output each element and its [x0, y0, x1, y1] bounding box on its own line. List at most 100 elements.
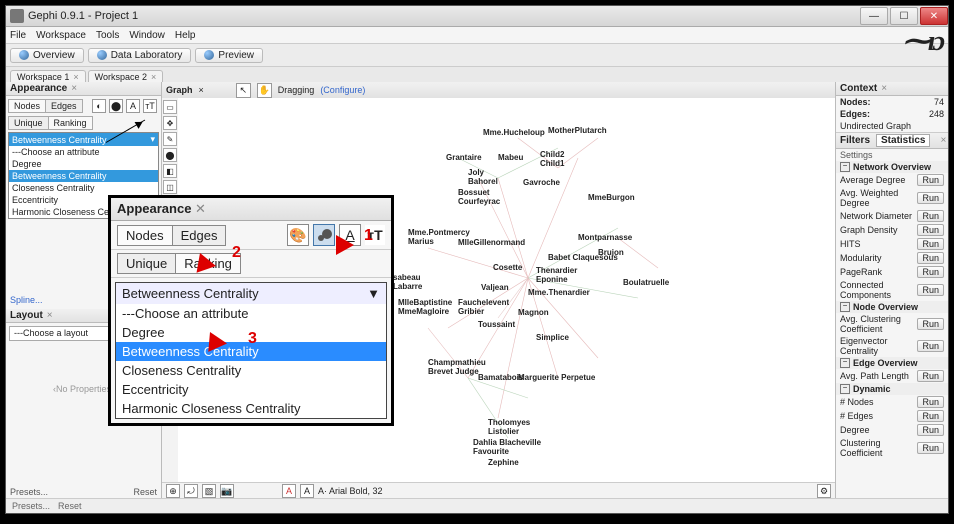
- close-icon[interactable]: ×: [940, 135, 946, 146]
- tool-eraser-icon[interactable]: ◫: [163, 180, 177, 194]
- font-label[interactable]: A· Arial Bold, 32: [318, 486, 383, 496]
- reset-zoom-icon[interactable]: ⤾: [184, 484, 198, 498]
- run-button[interactable]: Run: [917, 424, 944, 436]
- stat-row: PageRankRun: [836, 265, 948, 279]
- label-a-icon[interactable]: A: [282, 484, 296, 498]
- close-icon[interactable]: ×: [199, 85, 204, 95]
- bg-color-icon[interactable]: ▧: [202, 484, 216, 498]
- run-button[interactable]: Run: [917, 340, 944, 352]
- tab-filters[interactable]: Filters: [840, 135, 870, 146]
- run-button[interactable]: Run: [917, 442, 944, 454]
- run-button[interactable]: Run: [917, 370, 944, 382]
- run-button[interactable]: Run: [917, 224, 944, 236]
- presets-link[interactable]: Presets...: [10, 487, 48, 497]
- hand-icon[interactable]: ✋: [257, 83, 272, 98]
- size-icon[interactable]: ⬤: [109, 99, 123, 113]
- tool-brush-icon[interactable]: ✎: [163, 132, 177, 146]
- tab-edges[interactable]: Edges: [45, 99, 83, 113]
- label-a2-icon[interactable]: A: [300, 484, 314, 498]
- globe-icon: [97, 50, 107, 60]
- run-button[interactable]: Run: [917, 252, 944, 264]
- subtab-ranking[interactable]: Ranking: [48, 116, 93, 130]
- stat-row: ModularityRun: [836, 251, 948, 265]
- cat-network-overview: −Network Overview: [836, 161, 948, 173]
- mode-datalab[interactable]: Data Laboratory: [88, 48, 192, 63]
- minimize-button[interactable]: —: [860, 7, 888, 25]
- mode-overview[interactable]: Overview: [10, 48, 84, 63]
- annotation-2: 2: [232, 244, 241, 262]
- overlay-title: Appearance: [117, 201, 191, 216]
- run-button[interactable]: Run: [917, 318, 944, 330]
- run-button[interactable]: Run: [917, 266, 944, 278]
- menu-window[interactable]: Window: [129, 30, 165, 41]
- maximize-button[interactable]: ☐: [890, 7, 918, 25]
- close-button[interactable]: ✕: [920, 7, 948, 25]
- tool-size-icon[interactable]: ⬤: [163, 148, 177, 162]
- status-bar: Presets... Reset: [6, 498, 948, 513]
- stat-row: # NodesRun: [836, 395, 948, 409]
- run-button[interactable]: Run: [917, 174, 944, 186]
- tab-statistics[interactable]: Statistics: [876, 134, 930, 147]
- palette-icon[interactable]: 🎨: [287, 224, 309, 246]
- run-button[interactable]: Run: [917, 284, 944, 296]
- annotation-1: 1: [364, 227, 373, 245]
- run-button[interactable]: Run: [917, 210, 944, 222]
- tool-move-icon[interactable]: ✥: [163, 116, 177, 130]
- menu-file[interactable]: File: [10, 30, 26, 41]
- presets-status[interactable]: Presets...: [12, 501, 50, 511]
- menu-workspace[interactable]: Workspace: [36, 30, 86, 41]
- mode-preview[interactable]: Preview: [195, 48, 263, 63]
- close-icon[interactable]: ×: [881, 83, 887, 94]
- close-icon[interactable]: ×: [73, 72, 78, 82]
- close-icon[interactable]: ✕: [195, 201, 206, 216]
- settings-icon[interactable]: ⚙: [817, 484, 831, 498]
- close-icon[interactable]: ×: [151, 72, 156, 82]
- overlay-tab-nodes[interactable]: Nodes: [117, 225, 173, 246]
- window-title: Gephi 0.9.1 - Project 1: [28, 10, 858, 22]
- tool-color-icon[interactable]: ◧: [163, 164, 177, 178]
- size-icon[interactable]: [313, 224, 335, 246]
- stat-row: Avg. Path LengthRun: [836, 369, 948, 383]
- menubar: File Workspace Tools Window Help: [6, 27, 948, 44]
- stat-row: Avg. Weighted DegreeRun: [836, 187, 948, 209]
- menu-tools[interactable]: Tools: [96, 30, 119, 41]
- annotation-3: 3: [248, 330, 257, 348]
- tab-nodes[interactable]: Nodes: [8, 99, 46, 113]
- appearance-overlay: Appearance ✕ Nodes Edges 🎨 A ᴛT Unique R…: [108, 195, 394, 426]
- configure-link[interactable]: (Configure): [320, 85, 365, 95]
- reset-link[interactable]: Reset: [133, 487, 157, 497]
- overlay-subtab-unique[interactable]: Unique: [117, 253, 176, 274]
- settings-label: Settings: [840, 150, 873, 160]
- run-button[interactable]: Run: [917, 396, 944, 408]
- close-icon[interactable]: ×: [47, 310, 53, 321]
- close-icon[interactable]: ×: [71, 83, 77, 94]
- screenshot-icon[interactable]: 📷: [220, 484, 234, 498]
- label-color-icon[interactable]: A: [126, 99, 140, 113]
- stat-row: # EdgesRun: [836, 409, 948, 423]
- run-button[interactable]: Run: [917, 238, 944, 250]
- stat-row: Clustering CoefficientRun: [836, 437, 948, 459]
- palette-icon[interactable]: ◐: [92, 99, 106, 113]
- label-size-icon[interactable]: ᴛT: [143, 99, 157, 113]
- stat-row: Average DegreeRun: [836, 173, 948, 187]
- titlebar: Gephi 0.9.1 - Project 1 — ☐ ✕: [6, 6, 948, 27]
- mode-toolbar: Overview Data Laboratory Preview ⁓ıɔ: [6, 44, 948, 67]
- overlay-attribute-select[interactable]: Betweenness Centrality▼ ---Choose an att…: [115, 282, 387, 419]
- stat-row: Graph DensityRun: [836, 223, 948, 237]
- subtab-unique[interactable]: Unique: [8, 116, 49, 130]
- gephi-logo: ⁓ıɔ: [903, 24, 942, 58]
- globe-icon: [19, 50, 29, 60]
- overlay-tab-edges[interactable]: Edges: [172, 225, 227, 246]
- center-icon[interactable]: ⊕: [166, 484, 180, 498]
- tool-select-icon[interactable]: ▭: [163, 100, 177, 114]
- stats-tabs: Filters Statistics ×: [836, 133, 948, 149]
- cat-edge-overview: −Edge Overview: [836, 357, 948, 369]
- menu-help[interactable]: Help: [175, 30, 196, 41]
- run-button[interactable]: Run: [917, 410, 944, 422]
- right-column: Context× Nodes:74 Edges:248 Undirected G…: [836, 82, 948, 499]
- reset-status[interactable]: Reset: [58, 501, 82, 511]
- app-icon: [10, 9, 24, 23]
- run-button[interactable]: Run: [917, 192, 944, 204]
- pointer-icon[interactable]: ↖: [236, 83, 251, 98]
- appearance-panel-header: Appearance×: [6, 82, 161, 96]
